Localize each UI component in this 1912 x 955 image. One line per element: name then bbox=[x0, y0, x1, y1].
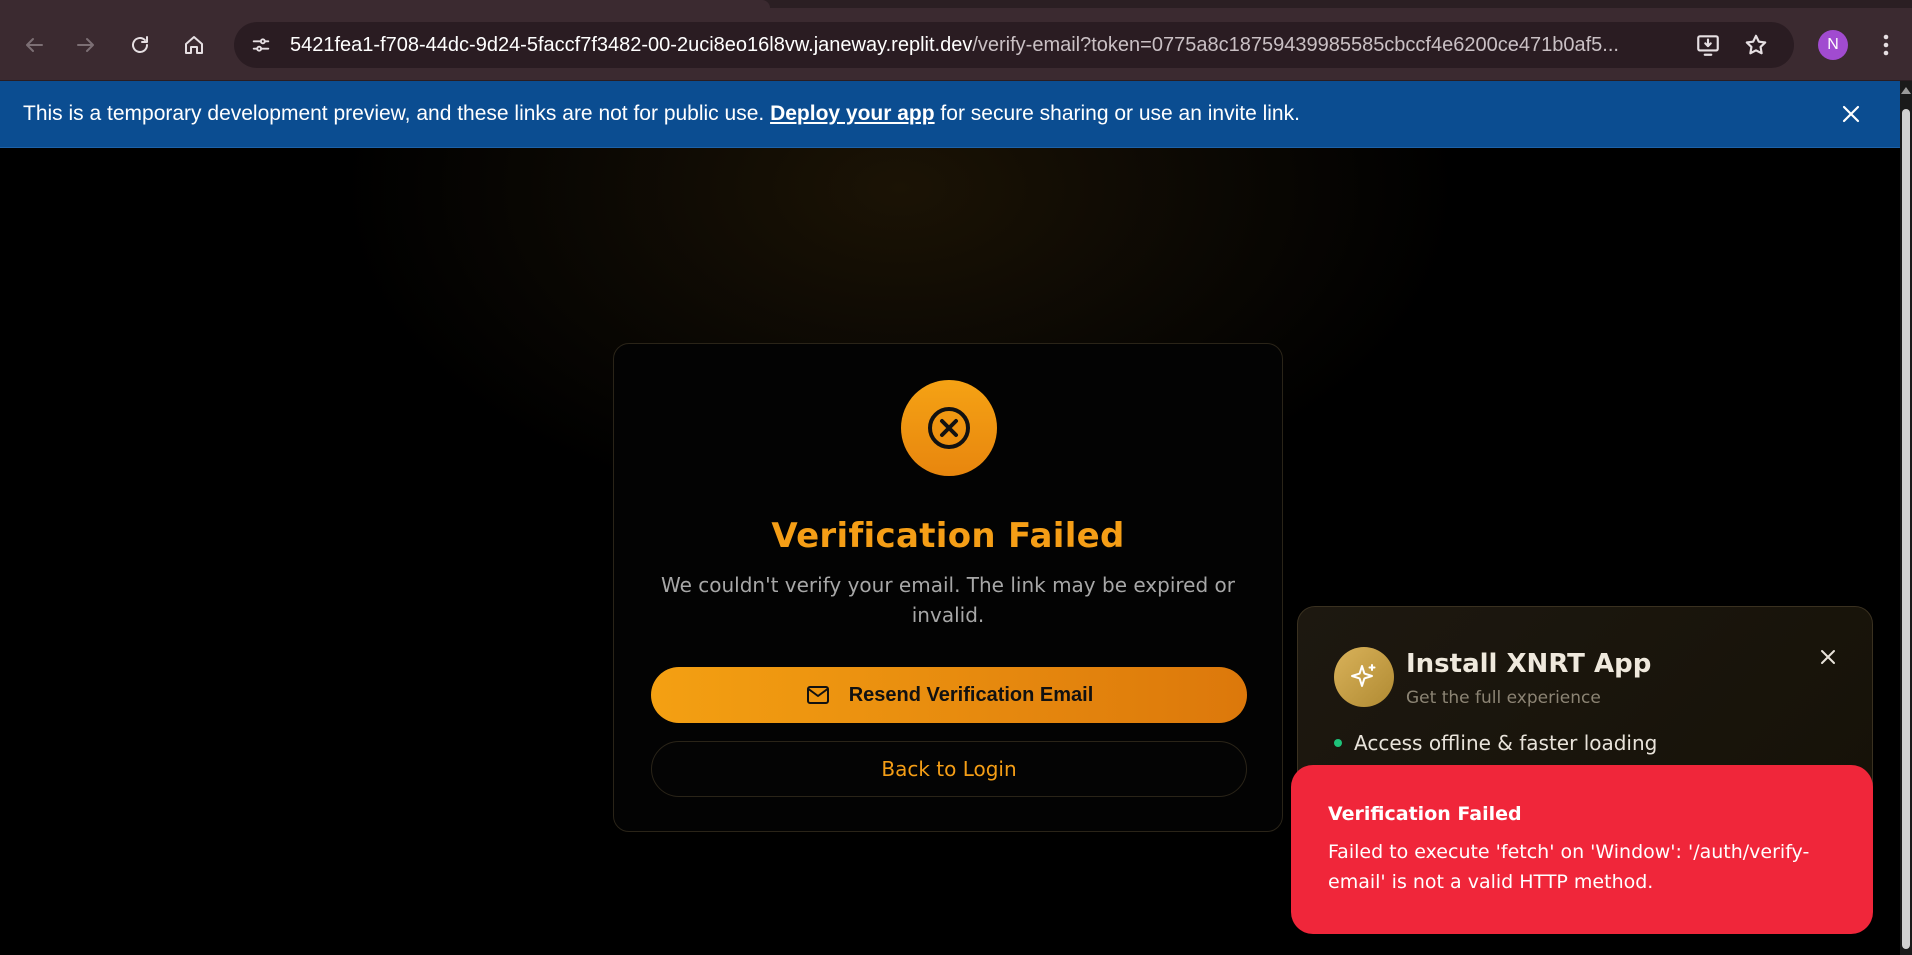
back-button[interactable] bbox=[14, 25, 54, 65]
dev-preview-banner: This is a temporary development preview,… bbox=[0, 81, 1900, 148]
toast-title: Verification Failed bbox=[1328, 803, 1522, 825]
mail-icon bbox=[806, 686, 829, 704]
error-toast[interactable]: Verification Failed Failed to execute 'f… bbox=[1291, 765, 1873, 934]
app-logo bbox=[1334, 647, 1394, 707]
profile-avatar[interactable]: N bbox=[1818, 30, 1848, 60]
banner-text-after: for secure sharing or use an invite link… bbox=[934, 102, 1300, 125]
kebab-menu-icon bbox=[1883, 34, 1889, 56]
install-app-button[interactable] bbox=[1694, 31, 1722, 59]
browser-toolbar: 5421fea1-f708-44dc-9d24-5faccf7f3482-00-… bbox=[0, 0, 1912, 81]
close-icon bbox=[1842, 105, 1860, 123]
banner-text-before: This is a temporary development preview,… bbox=[23, 102, 771, 125]
bookmark-button[interactable] bbox=[1742, 31, 1770, 59]
tab-strip bbox=[0, 0, 1912, 8]
bullet-dot bbox=[1334, 739, 1342, 747]
page-content: Verification Failed We couldn't verify y… bbox=[0, 148, 1900, 955]
deploy-app-link[interactable]: Deploy your app bbox=[770, 102, 935, 125]
site-info-button[interactable] bbox=[244, 28, 278, 62]
back-to-login-button[interactable]: Back to Login bbox=[651, 741, 1247, 797]
fail-badge bbox=[901, 380, 997, 476]
url-host: 5421fea1-f708-44dc-9d24-5faccf7f3482-00-… bbox=[290, 34, 973, 56]
home-button[interactable] bbox=[174, 25, 214, 65]
address-bar[interactable]: 5421fea1-f708-44dc-9d24-5faccf7f3482-00-… bbox=[234, 22, 1794, 68]
active-tab[interactable] bbox=[0, 0, 770, 8]
forward-button[interactable] bbox=[66, 25, 106, 65]
home-icon bbox=[185, 36, 203, 54]
install-subtitle: Get the full experience bbox=[1406, 688, 1601, 708]
star-icon bbox=[1745, 34, 1767, 55]
back-to-login-label: Back to Login bbox=[881, 757, 1017, 781]
browser-menu-button[interactable] bbox=[1874, 28, 1898, 62]
install-feature-item: Access offline & faster loading bbox=[1334, 731, 1657, 755]
scroll-up-arrow[interactable] bbox=[1901, 87, 1911, 94]
toast-message: Failed to execute 'fetch' on 'Window': '… bbox=[1328, 841, 1810, 893]
install-feature-text: Access offline & faster loading bbox=[1354, 731, 1658, 755]
resend-label: Resend Verification Email bbox=[848, 683, 1094, 706]
resend-verification-button[interactable]: Resend Verification Email bbox=[651, 667, 1247, 723]
scrollbar[interactable] bbox=[1900, 81, 1912, 955]
reload-icon bbox=[132, 36, 148, 53]
url-path: /verify-email?token=0775a8c1875943998558… bbox=[972, 34, 1619, 56]
install-close-button[interactable] bbox=[1816, 645, 1840, 669]
x-circle-icon bbox=[928, 407, 970, 449]
card-description: We couldn't verify your email. The link … bbox=[660, 573, 1235, 627]
close-icon bbox=[1821, 650, 1835, 664]
install-title: Install XNRT App bbox=[1406, 649, 1652, 679]
reload-button[interactable] bbox=[120, 25, 160, 65]
scroll-thumb[interactable] bbox=[1902, 109, 1910, 949]
card-title: Verification Failed bbox=[771, 516, 1125, 556]
install-desktop-icon bbox=[1697, 35, 1719, 56]
arrow-right-icon bbox=[77, 38, 94, 52]
banner-close-button[interactable] bbox=[1838, 101, 1864, 127]
sparkle-icon bbox=[1351, 664, 1376, 687]
tune-icon bbox=[252, 38, 270, 52]
arrow-left-icon bbox=[26, 38, 43, 52]
verification-card: Verification Failed We couldn't verify y… bbox=[613, 343, 1283, 832]
banner-text: This is a temporary development preview,… bbox=[23, 102, 1300, 126]
url-text[interactable]: 5421fea1-f708-44dc-9d24-5faccf7f3482-00-… bbox=[290, 34, 1690, 56]
